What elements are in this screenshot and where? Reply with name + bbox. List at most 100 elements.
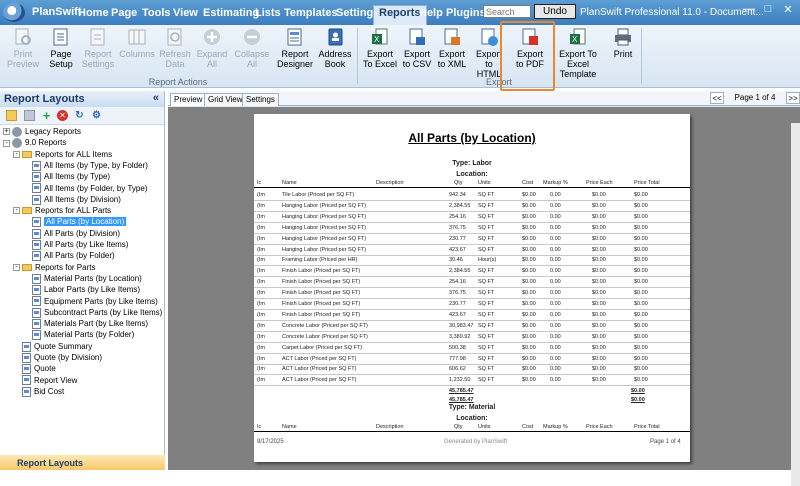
- report-preview-area[interactable]: All Parts (by Location) Type: Labor Loca…: [168, 107, 800, 486]
- tree-item[interactable]: - Reports for ALL Parts: [13, 205, 111, 216]
- report-icon: [32, 307, 41, 318]
- table-cell: 0.00: [550, 213, 561, 220]
- tree-item[interactable]: Labor Parts (by Like Items): [23, 284, 140, 296]
- pdf-icon: [520, 27, 540, 47]
- collapse-pane-icon[interactable]: «: [153, 92, 159, 104]
- next-page-button[interactable]: >>: [786, 92, 800, 104]
- column-header-row: Ic Name Description Qty Units Cost Markup % Pri…: [254, 424, 690, 432]
- table-cell: 0.00: [550, 290, 561, 297]
- table-cell: Hanging Labor (Priced per SQ FT): [282, 224, 367, 231]
- tree-item[interactable]: All Parts (by Location): [23, 216, 127, 228]
- menu-estimating[interactable]: Estimating: [203, 7, 259, 19]
- table-cell: SQ FT: [478, 192, 495, 198]
- tree-item[interactable]: Quote Summary: [13, 341, 92, 352]
- expand-all-button[interactable]: Expand All: [196, 27, 228, 77]
- export-to-xml-button[interactable]: Export to XML: [436, 27, 468, 77]
- export-to-csv-button[interactable]: Export to CSV: [401, 27, 433, 77]
- collapse-icon[interactable]: -: [13, 263, 20, 271]
- tree-item[interactable]: Equipment Parts (by Like Items): [23, 296, 158, 307]
- tab-preview[interactable]: Preview: [170, 93, 207, 106]
- tree-item[interactable]: Materials Part (by Like Items): [23, 318, 148, 329]
- add-icon[interactable]: +: [41, 109, 52, 122]
- menu-home[interactable]: Home: [78, 7, 109, 19]
- tree-item[interactable]: - 9.0 Reports: [3, 137, 66, 149]
- collapse-icon[interactable]: -: [13, 150, 20, 158]
- column-header-row: Ic Name Description Qty Units Cost Markup % Pri…: [254, 180, 690, 188]
- print-button[interactable]: Print: [608, 27, 638, 77]
- export-to-pdf-button[interactable]: Export to PDF: [512, 27, 548, 77]
- tree-item[interactable]: Quote (by Division): [13, 352, 102, 363]
- vertical-scrollbar[interactable]: [791, 123, 800, 486]
- tab-settings[interactable]: Settings: [242, 93, 279, 106]
- menu-view[interactable]: View: [173, 7, 198, 19]
- maximize-icon[interactable]: □: [758, 3, 778, 21]
- menu-plugins[interactable]: Plugins: [446, 7, 486, 19]
- collapse-icon[interactable]: -: [3, 139, 10, 147]
- collapse-all-button[interactable]: Collapse All: [234, 27, 270, 77]
- export-to-excel-button[interactable]: X Export To Excel: [362, 27, 398, 77]
- tree-item[interactable]: All Parts (by Folder): [23, 250, 115, 262]
- tree-item[interactable]: Subcontract Parts (by Like Items): [23, 307, 162, 318]
- report-layouts-nav-button[interactable]: Report Layouts: [0, 455, 165, 470]
- expand-icon[interactable]: +: [3, 128, 10, 136]
- menu-lists[interactable]: Lists: [255, 7, 281, 19]
- report-settings-button[interactable]: Report Settings: [80, 27, 116, 77]
- page-indicator: Page 1 of 4: [734, 93, 776, 102]
- table-cell: Carpet Labor (Priced per SQ FT): [282, 344, 363, 351]
- menu-help[interactable]: Help: [419, 7, 443, 19]
- tree-item[interactable]: Bid Cost: [13, 386, 64, 397]
- tree-item[interactable]: Quote: [13, 363, 56, 375]
- menu-templates[interactable]: Templates: [284, 7, 338, 19]
- close-icon[interactable]: ✕: [778, 3, 798, 21]
- minimize-icon[interactable]: —: [738, 3, 758, 21]
- open-folder-icon[interactable]: [6, 110, 17, 121]
- report-icon: [22, 341, 31, 352]
- menu-page[interactable]: Page: [111, 7, 137, 19]
- menu-tools[interactable]: Tools: [142, 7, 171, 19]
- report-designer-button[interactable]: Report Designer: [275, 27, 315, 77]
- ribbon: Print Preview Page Setup Report Settings…: [0, 25, 800, 88]
- print-preview-button[interactable]: Print Preview: [6, 27, 40, 77]
- table-row: (Im Concrete Labor (Priced per SQ FT) 3,38…: [254, 332, 690, 343]
- tree-item[interactable]: All Parts (by Division): [23, 228, 120, 239]
- tree-item[interactable]: Material Parts (by Location): [23, 273, 142, 284]
- tree-item[interactable]: Report View: [13, 375, 77, 386]
- tree-item[interactable]: All Items (by Type): [23, 171, 110, 183]
- columns-button[interactable]: Columns: [118, 27, 156, 77]
- tree-item[interactable]: - Reports for ALL Items: [13, 149, 112, 160]
- address-book-button[interactable]: Address Book: [317, 27, 353, 77]
- undo-button[interactable]: Undo: [534, 4, 576, 19]
- report-settings-icon: [88, 27, 108, 47]
- table-cell: $0.00: [634, 257, 648, 264]
- search-input[interactable]: [483, 5, 531, 18]
- collapse-icon[interactable]: -: [13, 207, 20, 215]
- table-cell: $0.00: [592, 213, 606, 220]
- table-cell: 0.00: [550, 301, 561, 307]
- save-icon[interactable]: [24, 110, 35, 121]
- prev-page-button[interactable]: <<: [710, 92, 724, 104]
- table-cell: $0.00: [592, 235, 606, 242]
- app-name-menu[interactable]: PlanSwift: [32, 6, 82, 18]
- export-to-excel-template-button[interactable]: X Export To Excel Template: [550, 27, 606, 79]
- tree-item[interactable]: - Reports for Parts: [13, 262, 95, 273]
- refresh-data-button[interactable]: Refresh Data: [158, 27, 192, 77]
- tree-item[interactable]: All Parts (by Like Items): [23, 239, 128, 250]
- address-book-icon: [325, 27, 345, 47]
- tree-item[interactable]: All Items (by Type, by Folder): [23, 160, 148, 171]
- table-cell: $0.00: [522, 202, 536, 209]
- settings-gear-icon[interactable]: ⚙: [91, 110, 102, 121]
- table-cell: SQ FT: [478, 213, 495, 220]
- tree-item[interactable]: All Items (by Division): [23, 194, 121, 205]
- planswift-logo-icon[interactable]: [3, 3, 25, 22]
- tree-item[interactable]: All Items (by Folder, by Type): [23, 183, 147, 194]
- refresh-icon[interactable]: ↻: [74, 110, 85, 121]
- tree-item[interactable]: + Legacy Reports: [3, 126, 81, 137]
- export-to-html-button[interactable]: Export to HTML: [472, 27, 506, 79]
- report-icon: [32, 251, 41, 262]
- table-cell: $0.00: [592, 279, 606, 286]
- column-header: Qty: [454, 424, 463, 430]
- page-setup-button[interactable]: Page Setup: [44, 27, 78, 77]
- tree-item[interactable]: Material Parts (by Folder): [23, 329, 134, 341]
- tab-grid-view[interactable]: Grid View: [204, 93, 247, 106]
- delete-icon[interactable]: ✕: [57, 110, 68, 121]
